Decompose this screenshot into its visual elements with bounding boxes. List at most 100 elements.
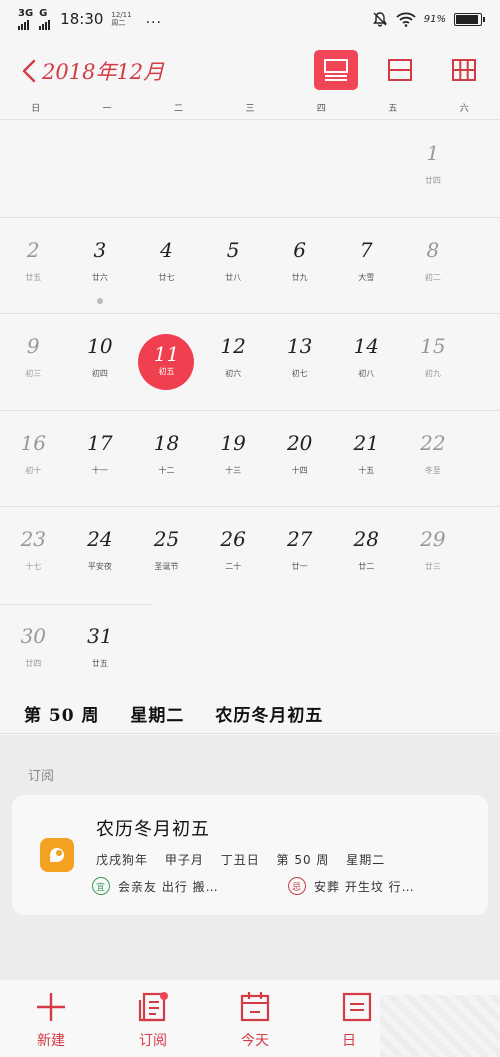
tab-today[interactable]: 今天 (204, 980, 306, 1057)
weekday-label: 一 (102, 104, 112, 114)
calendar-week-row: 1 廿四 (0, 121, 500, 218)
day-cell[interactable]: 5 廿八 (200, 218, 267, 314)
network-3g-label: 3G (18, 7, 34, 19)
grid-view-button[interactable] (442, 50, 486, 90)
day-number: 1 (426, 141, 440, 165)
empty-cell (200, 121, 267, 217)
almanac-card[interactable]: 农历冬月初五 戊戌狗年 甲子月 丁丑日 第 50 周 星期二 宜 会亲友 出行 … (12, 795, 488, 915)
day-number: 26 (220, 527, 246, 551)
day-cell[interactable]: 10 初四 (67, 314, 134, 410)
day-cell[interactable]: 30 廿四 (0, 604, 67, 700)
week-view-button[interactable] (378, 50, 422, 90)
lunar-day-label: 十二 (158, 465, 175, 475)
day-number: 6 (293, 237, 307, 262)
almanac-title: 农历冬月初五 (96, 819, 210, 840)
day-number: 19 (220, 430, 246, 455)
day-number: 14 (353, 334, 379, 358)
day-cell[interactable]: 22 冬至 (400, 411, 467, 507)
subscription-title: 订阅 (28, 769, 55, 784)
calendar-today-icon (240, 992, 270, 1022)
week-number: 第 50 周 (24, 706, 100, 726)
day-cell[interactable]: 27 廿一 (266, 507, 333, 603)
day-cell[interactable]: 21 十五 (333, 411, 400, 507)
signal-bars-icon (18, 19, 33, 30)
lunar-day-label: 廿九 (291, 272, 308, 282)
empty-cell (133, 604, 200, 700)
day-cell-today[interactable]: 11 初五 (133, 314, 200, 410)
month-list-view-button[interactable] (314, 50, 358, 90)
lunar-day-label: 初十 (25, 465, 42, 475)
day-cell[interactable]: 15 初九 (400, 314, 467, 410)
wifi-icon (396, 12, 416, 27)
lunar-day-label: 冬至 (424, 465, 441, 475)
empty-cell (67, 121, 134, 217)
day-number: 9 (26, 334, 40, 358)
day-number: 25 (153, 527, 180, 551)
day-cell[interactable]: 7 大雪 (333, 218, 400, 314)
back-button[interactable]: 2018年12月 (22, 56, 164, 86)
day-cell[interactable]: 16 初十 (0, 411, 67, 507)
lunar-day-label: 十五 (358, 465, 375, 475)
almanac-icon (50, 848, 64, 862)
day-cell[interactable]: 19 十三 (200, 411, 267, 507)
day-cell[interactable]: 9 初三 (0, 314, 67, 410)
day-number: 28 (353, 527, 379, 551)
day-cell[interactable]: 8 初二 (400, 218, 467, 314)
lunar-day-label: 二十 (225, 562, 242, 571)
day-cell[interactable]: 1 廿四 (400, 121, 467, 217)
ji-text: 安葬 开生坟 行… (314, 879, 415, 894)
weekday-label: 日 (31, 104, 41, 114)
day-cell[interactable]: 24 平安夜 (67, 507, 134, 603)
day-cell[interactable]: 25 圣诞节 (133, 507, 200, 603)
day-cell[interactable]: 13 初七 (266, 314, 333, 410)
weekday-label: 二 (174, 104, 184, 114)
day-cell[interactable]: 12 初六 (200, 314, 267, 410)
day-number: 31 (87, 623, 113, 648)
lunar-day-label: 初九 (424, 369, 441, 378)
day-cell[interactable]: 26 二十 (200, 507, 267, 603)
day-number: 12 (220, 334, 246, 358)
tab-subscription-label: 订阅 (139, 1033, 167, 1049)
day-cell[interactable]: 6 廿九 (266, 218, 333, 314)
tab-new[interactable]: 新建 (0, 980, 102, 1057)
network-indicator-2: G (39, 7, 51, 30)
battery-icon (454, 12, 485, 26)
lunar-day-label: 廿五 (25, 272, 42, 282)
day-number: 17 (87, 430, 113, 455)
ganzhi-week: 第 50 周 (276, 853, 330, 867)
tab-subscription[interactable]: 订阅 (102, 980, 204, 1057)
empty-cell (266, 121, 333, 217)
ganzhi-weekday: 星期二 (346, 853, 386, 867)
status-date-value: 12/11 (111, 11, 132, 19)
day-cell[interactable]: 14 初八 (333, 314, 400, 410)
status-date: 12/11 周二 (111, 11, 131, 27)
day-cell[interactable]: 29 廿三 (400, 507, 467, 603)
lunar-day-label: 大雪 (358, 272, 375, 282)
selected-date-info: 第 50 周 星期二 农历冬月初五 (0, 698, 500, 734)
day-cell[interactable]: 18 十二 (133, 411, 200, 507)
day-cell[interactable]: 31 廿五 (67, 604, 134, 700)
day-number: 24 (87, 527, 113, 551)
day-cell[interactable]: 23 十七 (0, 507, 67, 603)
lunar-day-label: 初二 (424, 272, 441, 282)
lunar-day-label: 初四 (91, 369, 108, 378)
day-cell[interactable]: 28 廿二 (333, 507, 400, 603)
lunar-day-label: 圣诞节 (154, 562, 179, 571)
calendar-header: 2018年12月 (0, 42, 500, 98)
day-cell[interactable]: 4 廿七 (133, 218, 200, 314)
day-cell[interactable]: 17 十一 (67, 411, 134, 507)
day-cell[interactable]: 3 廿六 (67, 218, 134, 314)
lunar-date: 农历冬月初五 (215, 706, 324, 726)
day-cell[interactable]: 2 廿五 (0, 218, 67, 314)
day-view-icon (342, 992, 372, 1022)
weekday-label: 四 (316, 104, 326, 114)
day-cell[interactable]: 20 十四 (266, 411, 333, 507)
ganzhi-day: 丁丑日 (220, 853, 260, 867)
day-number: 20 (286, 430, 313, 455)
watermark-blur (380, 995, 500, 1057)
status-time: 18:30 (60, 10, 104, 28)
network-g-label: G (39, 7, 48, 19)
empty-cell (333, 121, 400, 217)
day-number: 4 (160, 237, 173, 262)
notification-dot (160, 992, 168, 1000)
